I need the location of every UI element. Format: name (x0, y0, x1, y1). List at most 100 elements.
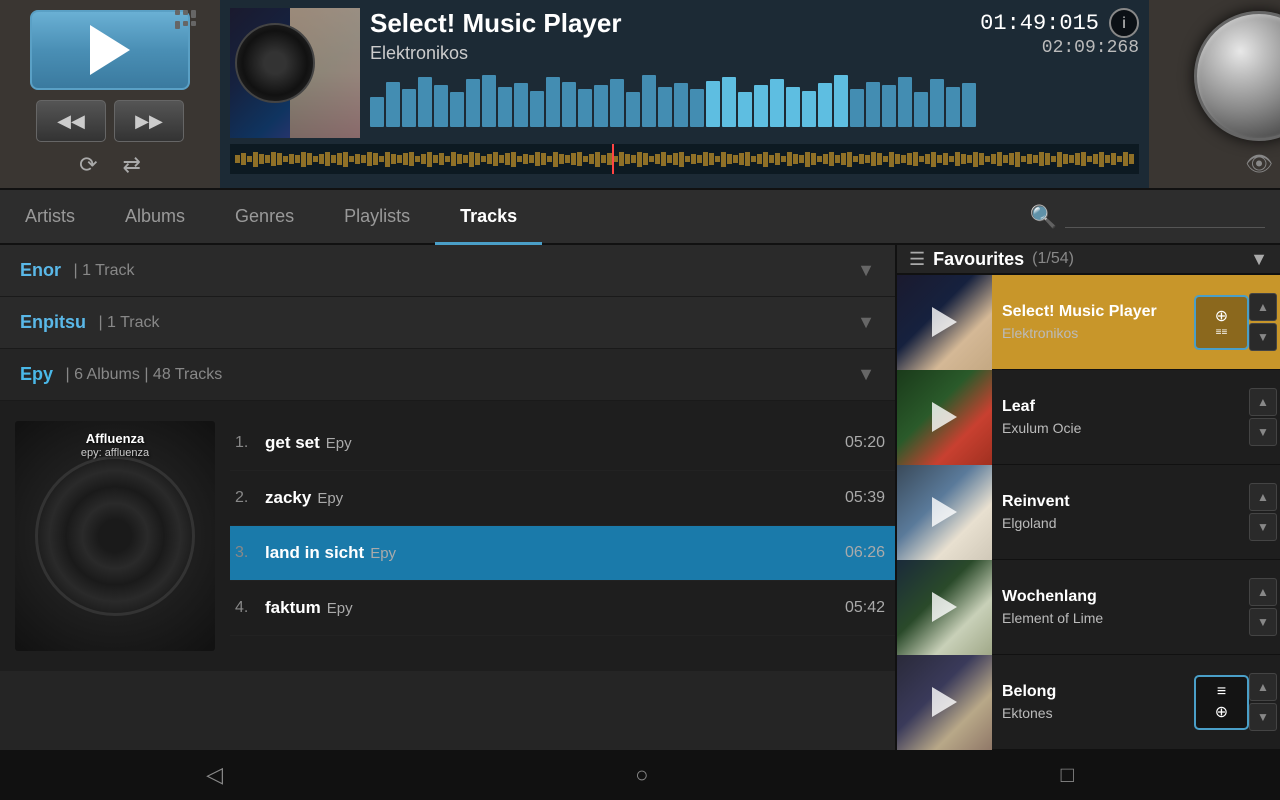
bottom-nav: ◁ ○ □ (0, 750, 1280, 800)
top-player-bar: ◀◀ ▶▶ ⟳ ⇄ Select! Music Player Elektroni… (0, 0, 1280, 190)
enor-name: Enor (20, 260, 61, 281)
fav-text-5: Belong Ektones (992, 683, 1194, 721)
back-button[interactable]: ◁ (206, 762, 223, 788)
prev-button[interactable]: ◀◀ (36, 100, 106, 142)
favourites-header: ☰ Favourites (1/54) ▼ (897, 245, 1280, 275)
track-row-4[interactable]: 4. faktum Epy 05:42 (230, 581, 895, 636)
album-affluenza-row: Affluenza epy: affluenza 1. get set Epy 0… (0, 411, 895, 661)
volume-knob[interactable] (1194, 11, 1280, 141)
left-controls: ◀◀ ▶▶ ⟳ ⇄ (0, 0, 220, 188)
album-art-image (230, 8, 360, 138)
fav-arrows-2: ▲ ▼ (1249, 388, 1277, 446)
eye-button[interactable]: 👁 (1245, 151, 1273, 177)
tab-genres[interactable]: Genres (210, 190, 319, 245)
prev-icon: ◀◀ (57, 111, 85, 132)
track-duration-1: 05:20 (845, 434, 885, 452)
artist-group-enpitsu[interactable]: Enpitsu | 1 Track ▼ (0, 297, 895, 349)
epy-chevron: ▼ (857, 364, 875, 385)
album-art (230, 8, 360, 138)
track-row-1[interactable]: 1. get set Epy 05:20 (230, 416, 895, 471)
time-total: 02:09:268 (980, 38, 1139, 58)
favourites-count: (1/54) (1032, 250, 1074, 268)
waveform-display (370, 72, 1139, 127)
artist-group-enor[interactable]: Enor | 1 Track ▼ (0, 245, 895, 297)
fav-arrows-4: ▲ ▼ (1249, 578, 1277, 636)
fav-title-2: Leaf (1002, 398, 1239, 416)
fav-thumb-2 (897, 370, 992, 465)
info-button[interactable]: i (1109, 8, 1139, 38)
fav-down-2[interactable]: ▼ (1249, 418, 1277, 446)
search-icon[interactable]: 🔍 (1030, 204, 1057, 230)
artist-group-epy[interactable]: Epy | 6 Albums | 48 Tracks ▼ (0, 349, 895, 401)
tab-tracks[interactable]: Tracks (435, 190, 542, 245)
track-title-2: zacky (265, 488, 311, 507)
recent-button[interactable]: □ (1061, 762, 1074, 788)
fav-add-playlist-btn-5[interactable]: ≡ ⊕ (1194, 675, 1249, 730)
track-artist-3: Epy (370, 545, 396, 562)
fav-text-1: Select! Music Player Elektronikos (992, 303, 1194, 341)
fav-thumb-5 (897, 655, 992, 750)
fav-title-4: Wochenlang (1002, 588, 1239, 606)
waveform-bottom (230, 144, 1139, 174)
fav-item-4[interactable]: Wochenlang Element of Lime ▲ ▼ (897, 560, 1280, 655)
track-row-2[interactable]: 2. zackyEpy 05:39 (230, 471, 895, 526)
track-artist-4: Epy (327, 600, 353, 617)
fav-up-4[interactable]: ▲ (1249, 578, 1277, 606)
fav-down-1[interactable]: ▼ (1249, 323, 1277, 351)
shuffle-button[interactable]: ⇄ (123, 152, 141, 178)
fav-up-1[interactable]: ▲ (1249, 293, 1277, 321)
fav-down-3[interactable]: ▼ (1249, 513, 1277, 541)
fav-title-5: Belong (1002, 683, 1184, 701)
epy-expanded: Affluenza epy: affluenza 1. get set Epy 0… (0, 401, 895, 671)
home-button[interactable]: ○ (635, 762, 648, 788)
fav-item-1[interactable]: Select! Music Player Elektronikos ⊕ ≡≡ ▲… (897, 275, 1280, 370)
track-num-1: 1. (235, 434, 265, 452)
favourites-dropdown[interactable]: ▼ (1250, 249, 1268, 270)
track-title-3: land in sicht (265, 543, 364, 562)
extra-controls: ⟳ ⇄ (79, 152, 141, 178)
fav-item-2[interactable]: Leaf Exulum Ocie ▲ ▼ (897, 370, 1280, 465)
time-current: 01:49:015 (980, 11, 1099, 36)
fav-thumb-4 (897, 560, 992, 655)
tab-albums[interactable]: Albums (100, 190, 210, 245)
fav-up-5[interactable]: ▲ (1249, 673, 1277, 701)
fav-up-3[interactable]: ▲ (1249, 483, 1277, 511)
fav-up-2[interactable]: ▲ (1249, 388, 1277, 416)
play-icon (90, 25, 130, 75)
fav-down-5[interactable]: ▼ (1249, 703, 1277, 731)
play-button[interactable] (30, 10, 190, 90)
fav-play-icon-4 (932, 592, 957, 622)
album-cover-affluenza[interactable]: Affluenza epy: affluenza (15, 421, 215, 651)
enor-chevron: ▼ (857, 260, 875, 281)
repeat-button[interactable]: ⟳ (79, 152, 97, 178)
track-artist-1: Epy (326, 435, 352, 452)
track-num-4: 4. (235, 599, 265, 617)
tabs-row: Artists Albums Genres Playlists Tracks 🔍 (0, 190, 1280, 245)
search-input[interactable] (1065, 205, 1265, 228)
track-row-3[interactable]: 3. land in sichtEpy 06:26 (230, 526, 895, 581)
track-duration-4: 05:42 (845, 599, 885, 617)
track-title-1: get set (265, 433, 320, 452)
fav-play-icon-1 (932, 307, 957, 337)
track-title-4: faktum (265, 598, 321, 617)
player-main: Select! Music Player Elektronikos 01:49:… (220, 0, 1149, 188)
playhead (612, 144, 614, 174)
fav-artist-4: Element of Lime (1002, 610, 1239, 626)
album-vinyl (235, 23, 315, 103)
fav-artist-3: Elgoland (1002, 515, 1239, 531)
tab-playlists[interactable]: Playlists (319, 190, 435, 245)
fav-item-3[interactable]: Reinvent Elgoland ▲ ▼ (897, 465, 1280, 560)
fav-arrows-3: ▲ ▼ (1249, 483, 1277, 541)
fav-thumb-1 (897, 275, 992, 370)
fav-add-playlist-btn-1[interactable]: ⊕ ≡≡ (1194, 295, 1249, 350)
next-button[interactable]: ▶▶ (114, 100, 184, 142)
tab-artists[interactable]: Artists (0, 190, 100, 245)
fav-title-3: Reinvent (1002, 493, 1239, 511)
fav-thumb-3 (897, 465, 992, 560)
fav-item-5[interactable]: Belong Ektones ≡ ⊕ ▲ ▼ (897, 655, 1280, 750)
fav-artist-5: Ektones (1002, 705, 1184, 721)
epy-name: Epy (20, 364, 53, 385)
track-duration-3: 06:26 (845, 544, 885, 562)
list-icon: ☰ (909, 249, 925, 270)
fav-down-4[interactable]: ▼ (1249, 608, 1277, 636)
